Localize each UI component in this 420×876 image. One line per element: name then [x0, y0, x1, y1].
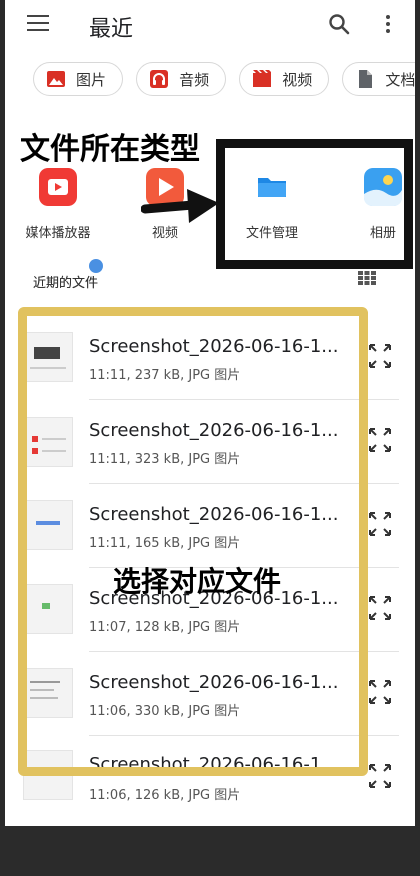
expand-icon[interactable]: [367, 342, 393, 370]
top-app-bar: 最近: [5, 0, 415, 52]
chip-audio[interactable]: 音频: [136, 62, 227, 96]
phone-screen: 最近 图片 音频 视频 文档 媒体播放器 视频 文件管理 相册 近期的文件 Sc…: [5, 0, 415, 826]
file-meta: 11:06, 126 kB, JPG 图片: [89, 788, 241, 803]
annotation-highlight-box: [216, 139, 413, 269]
expand-icon[interactable]: [367, 678, 393, 706]
expand-icon[interactable]: [367, 594, 393, 622]
chip-label: 音频: [179, 70, 210, 89]
chip-video[interactable]: 视频: [239, 62, 330, 96]
media-player-icon: [39, 168, 77, 206]
more-options-icon[interactable]: [383, 13, 393, 37]
annotation-file-type-label: 文件所在类型: [20, 132, 200, 167]
annotation-file-list-box: [18, 307, 368, 776]
chip-images[interactable]: 图片: [33, 62, 124, 96]
chip-label: 文档: [385, 70, 415, 89]
category-chips: 图片 音频 视频 文档: [33, 62, 415, 100]
hamburger-menu-icon[interactable]: [27, 15, 49, 33]
app-media-player[interactable]: 媒体播放器: [13, 168, 103, 241]
chip-label: 图片: [76, 70, 107, 89]
expand-icon[interactable]: [367, 426, 393, 454]
touch-indicator-dot: [89, 259, 103, 273]
recent-files-label: 近期的文件: [33, 276, 99, 291]
document-icon: [359, 70, 373, 88]
movie-icon: [253, 70, 272, 87]
chip-documents[interactable]: 文档: [342, 62, 415, 96]
app-label: 媒体播放器: [25, 226, 91, 241]
chip-label: 视频: [282, 70, 313, 89]
page-title: 最近: [89, 17, 134, 42]
image-icon: [47, 71, 65, 87]
expand-icon[interactable]: [367, 510, 393, 538]
search-icon[interactable]: [327, 12, 351, 36]
headphones-icon: [150, 70, 169, 88]
expand-icon[interactable]: [367, 762, 393, 790]
bottom-bar: [0, 826, 420, 876]
annotation-arrow-icon: [141, 189, 219, 223]
annotation-select-file-label: 选择对应文件: [113, 565, 282, 598]
grid-view-icon[interactable]: [358, 271, 376, 285]
